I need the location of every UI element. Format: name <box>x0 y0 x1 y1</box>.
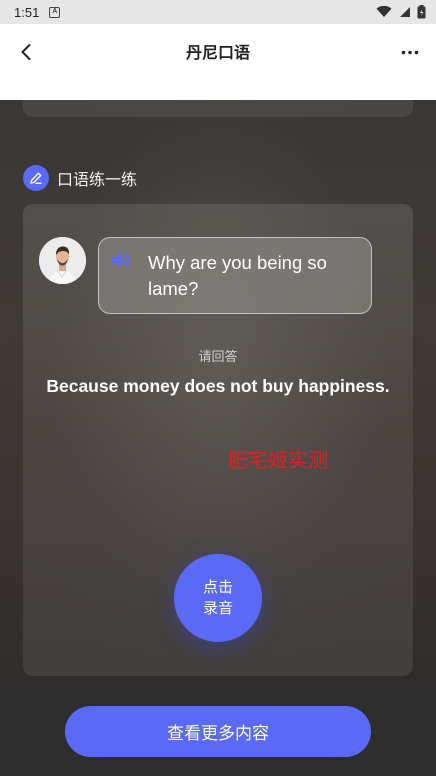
speaker-icon[interactable] <box>111 251 131 273</box>
person-avatar-icon <box>39 237 86 284</box>
section-heading: 口语练一练 <box>23 165 137 191</box>
previous-card <box>23 100 413 117</box>
prompt-label: 请回答 <box>198 350 238 365</box>
practice-card: Why are you being so lame? 请回答 Because m… <box>23 204 413 676</box>
page-title: 丹尼口语 <box>185 43 250 62</box>
more-content-button[interactable]: 查看更多内容 <box>65 706 371 757</box>
pencil-badge <box>23 165 49 191</box>
status-bar: 1:51 A <box>0 0 436 24</box>
watermark-text: 肥宅姬实测 <box>228 448 328 472</box>
status-icons <box>376 5 426 19</box>
question-text: Why are you being so lame? <box>148 252 327 299</box>
section-title: 口语练一练 <box>57 170 138 189</box>
answer-text: Because money does not buy happiness. <box>46 376 390 396</box>
app-header: 丹尼口语 <box>0 24 436 100</box>
more-button[interactable] <box>398 40 422 64</box>
record-button[interactable]: 点击录音 <box>174 554 262 642</box>
record-button-label: 点击录音 <box>202 578 233 617</box>
pencil-icon <box>30 172 42 184</box>
bottom-bar: 查看更多内容 <box>0 687 436 776</box>
question-bubble: Why are you being so lame? <box>98 237 372 314</box>
avatar <box>39 237 86 284</box>
status-left: 1:51 A <box>14 4 61 20</box>
more-horizontal-icon <box>401 50 419 54</box>
battery-icon <box>417 5 426 19</box>
notification-icon: A <box>49 6 61 18</box>
signal-icon <box>400 7 410 17</box>
wifi-icon <box>376 6 392 17</box>
status-time: 1:51 <box>14 4 40 20</box>
content-area: 口语练一练 Why are you being so lame? 请回答 Bec… <box>0 100 436 687</box>
